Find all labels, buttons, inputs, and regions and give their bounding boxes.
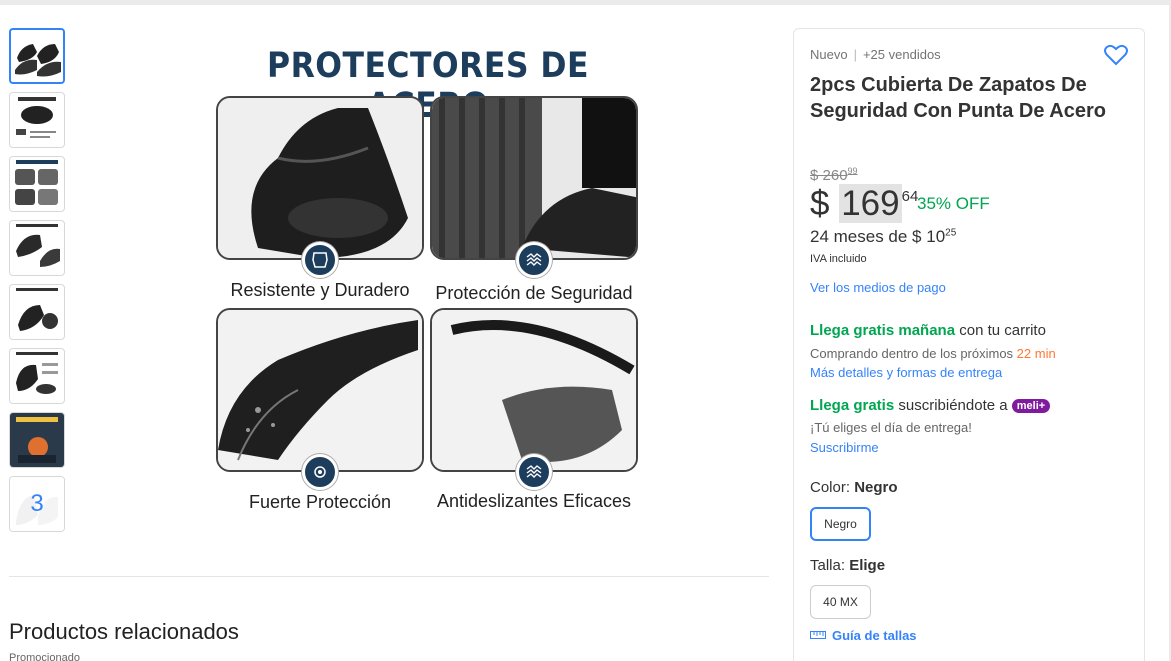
shipping-details-link[interactable]: Más detalles y formas de entrega	[810, 365, 1002, 380]
original-price-value: $ 260	[810, 167, 848, 184]
size-guide-link[interactable]: Guía de tallas	[810, 628, 917, 643]
payment-methods-link[interactable]: Ver los medios de pago	[810, 280, 946, 295]
caption-4: Antideslizantes Eficaces	[436, 491, 632, 511]
section-divider	[9, 576, 769, 577]
color-option-negro[interactable]: Negro	[810, 507, 871, 541]
non-slip-icon	[516, 454, 552, 490]
size-label: Talla: Elige	[810, 557, 885, 574]
current-price: $ 169 64	[810, 184, 918, 224]
thumbnail-more[interactable]: 3	[9, 476, 65, 532]
image-panel-1	[216, 96, 424, 260]
related-products-subtitle: Promocionado	[9, 652, 80, 661]
related-products-title: Productos relacionados	[9, 619, 239, 644]
price-amount: 169	[839, 184, 902, 223]
sold-count: +25 vendidos	[862, 47, 941, 62]
caption-1: Resistente y Duradero	[230, 280, 410, 300]
installments: 24 meses de $ 1025	[810, 227, 956, 247]
size-option-40mx[interactable]: 40 MX	[810, 585, 871, 619]
thumbnail-list: 3	[9, 28, 65, 540]
discount-badge: 35% OFF	[917, 194, 990, 213]
image-panel-4	[430, 308, 638, 472]
shipping-countdown: Comprando dentro de los próximos 22 min	[810, 346, 1056, 361]
thumbnail-3[interactable]	[9, 156, 65, 212]
thumbnail-5[interactable]	[9, 284, 65, 340]
shield-icon	[516, 242, 552, 278]
impact-icon	[302, 454, 338, 490]
installments-text: 24 meses de $ 10	[810, 227, 946, 246]
color-label: Color: Negro	[810, 479, 898, 496]
product-meta: Nuevo | +25 vendidos	[810, 47, 941, 62]
caption-3: Fuerte Protección	[248, 492, 392, 512]
size-guide-label: Guía de tallas	[832, 628, 917, 643]
leather-icon	[302, 242, 338, 278]
color-selected-value: Negro	[854, 479, 898, 496]
subscribing-text: suscribiéndote a	[894, 397, 1012, 414]
thumbnail-2[interactable]	[9, 92, 65, 148]
size-label-text: Talla:	[810, 557, 850, 574]
subscribe-link[interactable]: Suscribirme	[810, 440, 879, 455]
image-panel-2	[430, 96, 638, 260]
favorite-heart-icon[interactable]	[1104, 44, 1128, 71]
installments-cents: 25	[945, 227, 957, 239]
product-title: 2pcs Cubierta De Zapatos De Seguridad Co…	[810, 74, 1106, 122]
thumbnail-6[interactable]	[9, 348, 65, 404]
more-images-count: 3	[10, 477, 64, 531]
meli-plus-badge: meli+	[1011, 399, 1051, 413]
size-selected-value: Elige	[849, 557, 886, 574]
price-cents: 64	[901, 188, 919, 205]
thumbnail-7[interactable]	[9, 412, 65, 468]
tax-note: IVA incluido	[810, 253, 867, 265]
shipping-subscription: Llega gratis suscribiéndote a meli+	[810, 397, 1051, 414]
thumbnail-4[interactable]	[9, 220, 65, 276]
image-panel-3	[216, 308, 424, 472]
top-bar	[0, 0, 1171, 5]
free-shipping-tomorrow: Llega gratis mañana	[810, 322, 956, 339]
thumbnail-1[interactable]	[9, 28, 65, 84]
buy-box: Nuevo | +25 vendidos 2pcs Cubierta De Zapa…	[793, 28, 1145, 661]
countdown-label: Comprando dentro de los próximos	[810, 346, 1017, 361]
main-product-image[interactable]: PROTECTORES DE ACERO Resistente y Durade…	[212, 36, 644, 520]
ruler-icon	[810, 628, 826, 643]
choose-delivery-day: ¡Tú eliges el día de entrega!	[810, 420, 972, 435]
caption-2: Protección de Seguridad	[435, 283, 633, 303]
condition: Nuevo	[810, 47, 848, 62]
shipping-tomorrow: Llega gratis mañana con tu carrito	[810, 322, 1046, 339]
free-shipping-label: Llega gratis	[810, 397, 895, 414]
color-label-text: Color:	[810, 479, 855, 496]
currency-symbol: $	[810, 184, 830, 223]
original-price-cents: 99	[847, 166, 858, 176]
shipping-with-cart: con tu carrito	[955, 322, 1046, 339]
countdown-value: 22 min	[1016, 346, 1056, 361]
original-price: $ 26099	[810, 166, 858, 184]
meta-separator: |	[853, 47, 857, 62]
